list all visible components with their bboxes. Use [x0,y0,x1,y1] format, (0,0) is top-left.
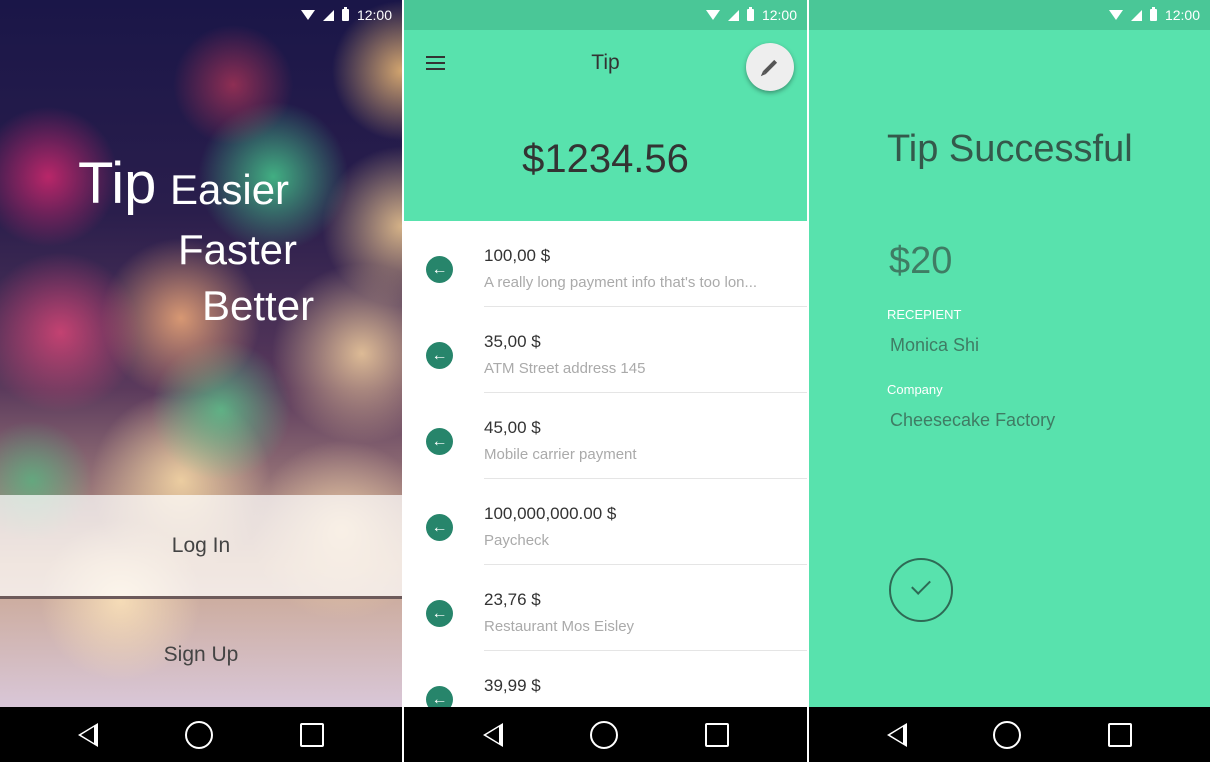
list-item[interactable]: ← 23,76 $ Restaurant Mos Eisley [404,565,807,651]
wifi-icon [300,10,315,20]
recipient-label: RECEPIENT [887,307,962,322]
balance-amount: $1234.56 [522,137,689,181]
transaction-amount: 23,76 $ [484,590,541,609]
pencil-icon [762,59,778,75]
tagline-tip: Tip [78,151,157,216]
back-icon[interactable] [482,722,503,747]
arrow-left-icon: ← [426,428,453,455]
wallet-header [404,0,807,221]
list-item[interactable]: ← 100,000,000.00 $ Paycheck [404,479,807,565]
wallet-screen: 12:00 Tip $1234.56 ← 100,00 $ A really l… [404,0,807,762]
recents-icon[interactable] [1107,722,1132,747]
cell-signal-icon [1130,9,1142,21]
cell-signal-icon [322,9,334,21]
transaction-amount: 35,00 $ [484,332,541,351]
page-title: Tip Successful [887,128,1133,170]
bokeh-background [0,0,402,707]
status-bar: 12:00 [0,0,402,30]
transaction-amount: 100,000,000.00 $ [484,504,617,523]
nav-bar [0,707,402,762]
tagline-easier: Easier [170,166,290,213]
login-label: Log In [171,533,231,557]
status-time: 12:00 [1164,7,1200,23]
list-item[interactable]: ← 35,00 $ ATM Street address 145 [404,307,807,393]
transaction-description: Mobile carrier payment [484,446,637,463]
login-button[interactable]: Log In [0,495,402,599]
transaction-amount: 100,00 $ [484,246,551,265]
arrow-left-icon: ← [426,256,453,283]
wifi-icon [1108,10,1123,20]
battery-icon [746,7,754,21]
list-item[interactable]: ← 45,00 $ Mobile carrier payment [404,393,807,479]
battery-icon [341,7,349,21]
back-icon[interactable] [887,722,908,747]
confirmation-screen: 12:00 Tip Successful $20 RECEPIENT Monic… [809,0,1210,762]
tagline-better: Better [202,282,315,329]
home-icon[interactable] [993,720,1022,749]
recipient-value: Monica Shi [890,335,980,355]
nav-bar [809,707,1210,762]
signup-button[interactable]: Sign Up [0,602,402,707]
status-bar: 12:00 [809,0,1210,30]
company-value: Cheesecake Factory [890,410,1056,430]
transaction-description: A really long payment info that's too lo… [484,274,758,291]
signup-label: Sign Up [163,642,239,666]
arrow-left-icon: ← [426,600,453,627]
tip-amount: $20 [889,240,953,282]
battery-icon [1149,7,1157,21]
status-bar: 12:00 [404,0,807,30]
company-label: Company [887,382,943,397]
list-item[interactable]: ← 39,99 $ [404,651,807,707]
back-icon[interactable] [78,722,99,747]
recents-icon[interactable] [704,722,729,747]
wifi-icon [705,10,720,20]
edit-button[interactable] [746,43,794,91]
arrow-left-icon: ← [426,686,453,707]
welcome-screen: 12:00 Tip Easier Faster Better Log In Si… [0,0,402,762]
transaction-amount: 39,99 $ [484,676,541,695]
transaction-list[interactable]: ← 100,00 $ A really long payment info th… [404,221,807,707]
checkmark-icon[interactable] [889,558,953,622]
transaction-description: Restaurant Mos Eisley [484,618,635,635]
transaction-description: ATM Street address 145 [484,360,646,377]
status-time: 12:00 [761,7,797,23]
status-time: 12:00 [356,7,392,23]
cell-signal-icon [727,9,739,21]
home-icon[interactable] [184,720,213,749]
transaction-amount: 45,00 $ [484,418,541,437]
transaction-description: Paycheck [484,532,550,549]
nav-bar [404,707,807,762]
recents-icon[interactable] [299,722,324,747]
home-icon[interactable] [589,720,618,749]
tagline-faster: Faster [178,226,298,273]
list-item[interactable]: ← 100,00 $ A really long payment info th… [404,221,807,307]
arrow-left-icon: ← [426,342,453,369]
arrow-left-icon: ← [426,514,453,541]
screens: 12:00 Tip Easier Faster Better Log In Si… [0,0,1210,762]
